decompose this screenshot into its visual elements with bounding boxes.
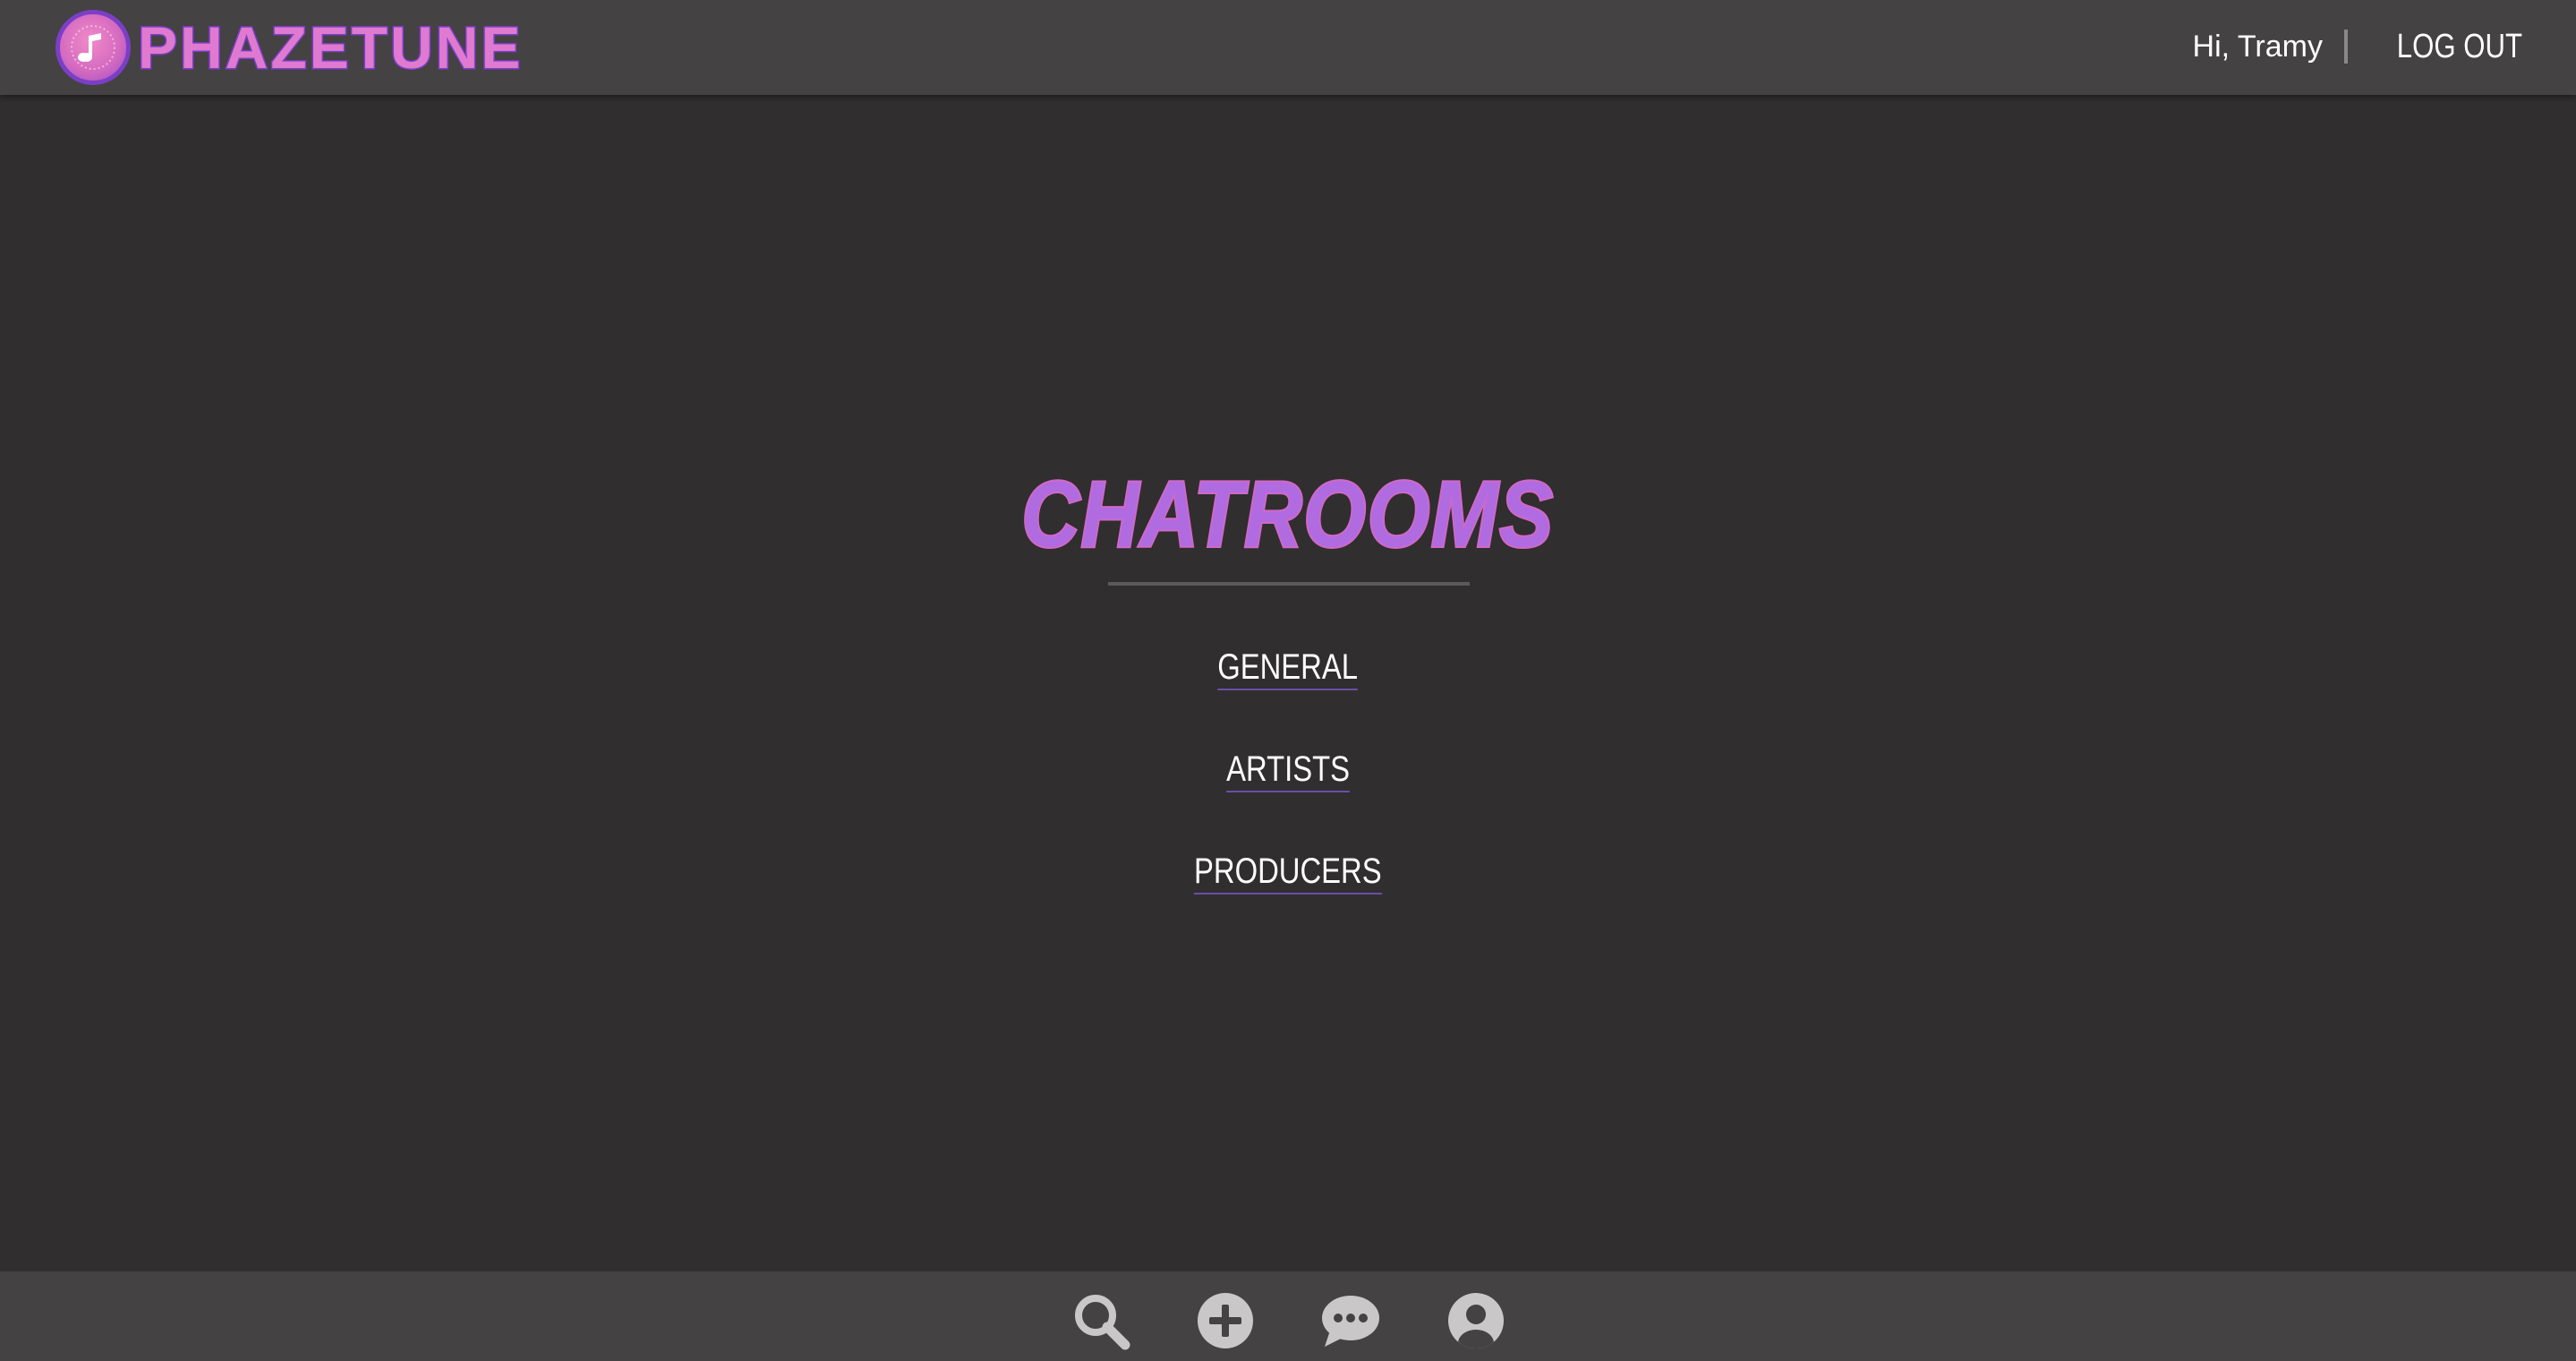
bottom-nav bbox=[0, 1271, 2576, 1361]
chatroom-link-artists[interactable]: ARTISTS bbox=[0, 749, 2576, 792]
page-title: CHATROOMS bbox=[0, 461, 2576, 569]
plus-circle-icon[interactable] bbox=[1196, 1291, 1255, 1350]
page-title-text: CHATROOMS bbox=[1020, 461, 1555, 569]
title-divider bbox=[1108, 582, 1470, 586]
chatroom-label: PRODUCERS bbox=[1194, 852, 1382, 894]
chatrooms-panel: CHATROOMS GENERAL ARTISTS PRODUCERS bbox=[0, 95, 2576, 1271]
chatroom-label: ARTISTS bbox=[1226, 749, 1350, 792]
header-divider bbox=[2343, 30, 2348, 64]
search-icon[interactable] bbox=[1071, 1291, 1130, 1350]
top-header: PHAZETUNE Hi, Tramy LOG OUT bbox=[0, 0, 2576, 95]
music-note-icon bbox=[55, 10, 131, 85]
chatroom-link-producers[interactable]: PRODUCERS bbox=[0, 852, 2576, 894]
brand-name: PHAZETUNE bbox=[136, 13, 524, 82]
user-area: Hi, Tramy LOG OUT bbox=[2193, 20, 2522, 73]
chatroom-label: GENERAL bbox=[1217, 647, 1359, 690]
chatroom-link-general[interactable]: GENERAL bbox=[0, 647, 2576, 690]
brand-logo[interactable]: PHAZETUNE bbox=[55, 7, 523, 88]
logout-button[interactable]: LOG OUT bbox=[2397, 28, 2522, 66]
chat-bubble-icon[interactable] bbox=[1321, 1291, 1380, 1350]
user-circle-icon[interactable] bbox=[1446, 1291, 1506, 1350]
user-greeting: Hi, Tramy bbox=[2192, 29, 2323, 64]
